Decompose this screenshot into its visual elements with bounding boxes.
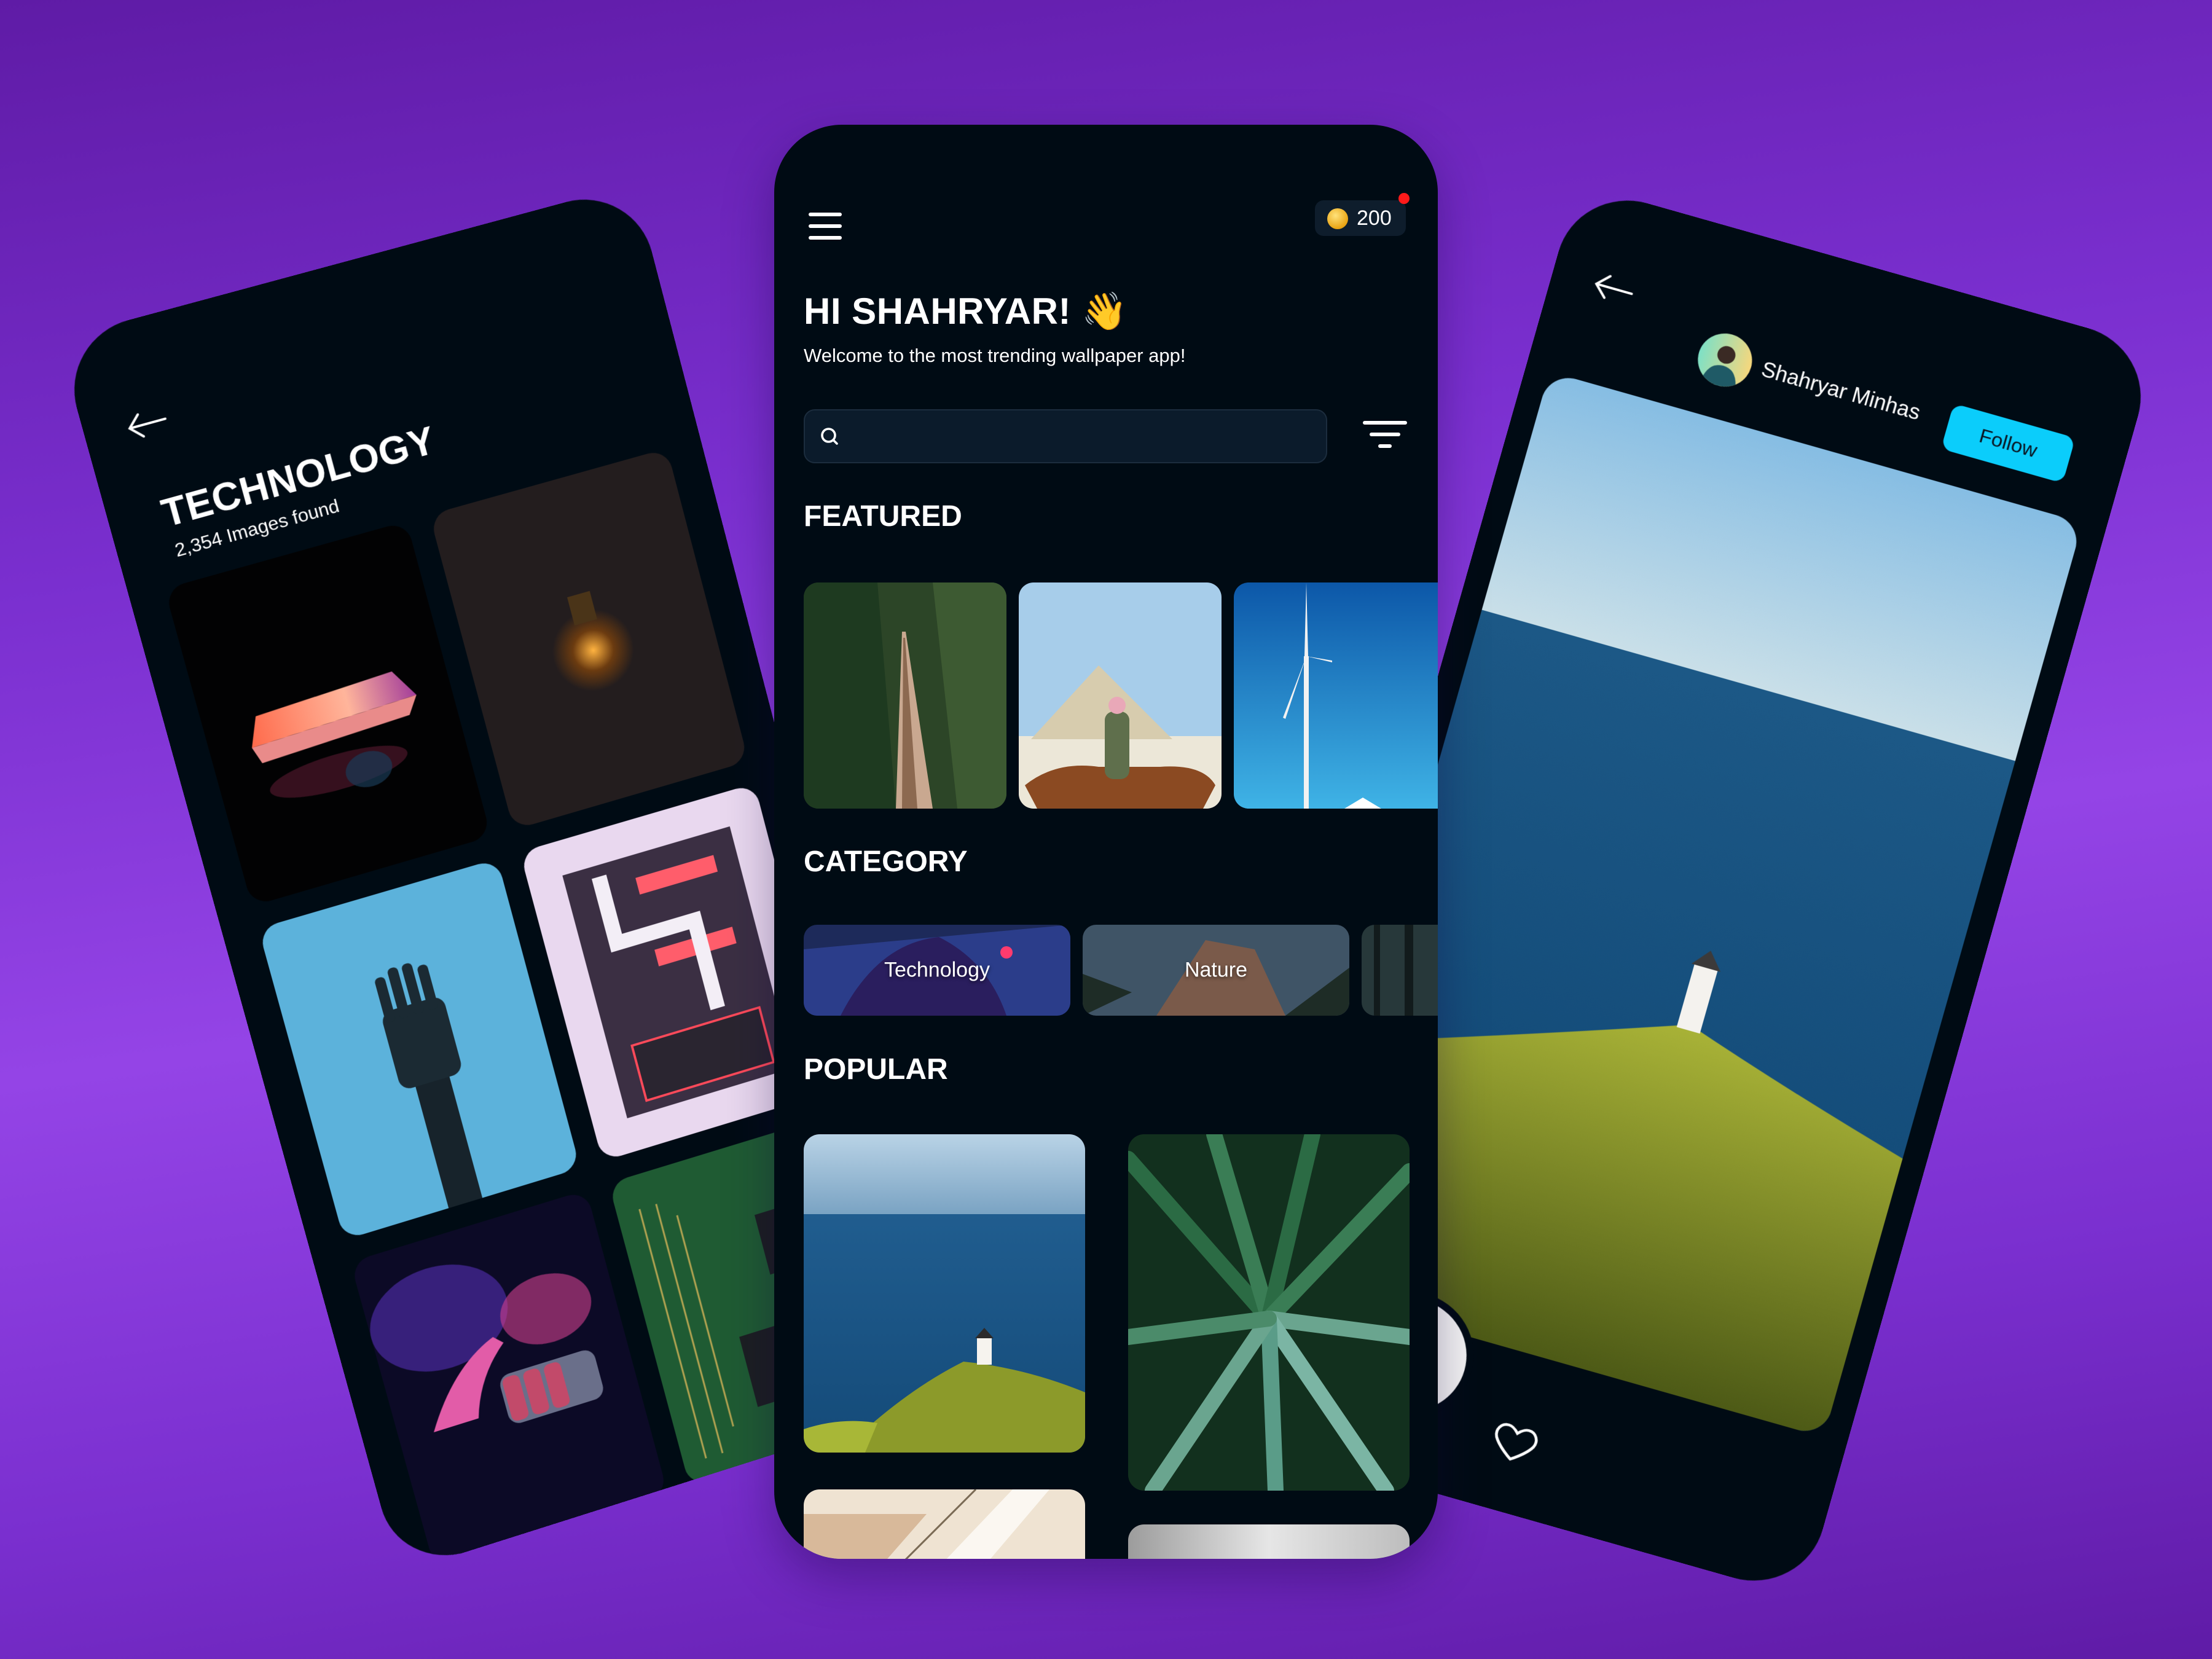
category-forest[interactable] (1362, 925, 1438, 1016)
image-tile-laptop[interactable] (164, 521, 492, 906)
featured-item-pyramid[interactable] (1019, 582, 1222, 809)
welcome-text: Welcome to the most trending wallpaper a… (804, 345, 1186, 366)
search-icon (821, 428, 838, 445)
category-label: Nature (1184, 958, 1248, 982)
popular-item-grey[interactable] (1128, 1524, 1410, 1559)
follow-button[interactable]: Follow (1940, 403, 2076, 484)
heart-icon[interactable] (1485, 1413, 1545, 1472)
coin-icon (1327, 208, 1348, 229)
home-screen: 200 HI SHAHRYAR! 👋 Welcome to the most t… (774, 125, 1438, 1559)
popular-item-agave[interactable] (1128, 1134, 1410, 1491)
image-tile-light-bulb[interactable] (429, 448, 749, 830)
category-label: Technology (884, 958, 990, 982)
user-name[interactable]: Shahryar Minhas (1759, 357, 1923, 425)
popular-heading: POPULAR (804, 1053, 948, 1086)
category-heading: CATEGORY (804, 845, 968, 878)
featured-item-forest-bridge[interactable] (804, 582, 1006, 809)
category-technology[interactable]: Technology (804, 925, 1070, 1016)
featured-heading: FEATURED (804, 500, 962, 533)
featured-item-wind-turbine[interactable] (1234, 582, 1438, 809)
notification-dot (1398, 193, 1410, 204)
image-tile-robot-touch[interactable] (350, 1190, 668, 1568)
image-tile-robotic-hand[interactable] (258, 858, 581, 1241)
category-nature[interactable]: Nature (1083, 925, 1349, 1016)
avatar[interactable] (1692, 327, 1759, 393)
coin-balance[interactable]: 200 (1315, 193, 1410, 236)
greeting: HI SHAHRYAR! 👋 (804, 291, 1128, 332)
hamburger-menu-icon[interactable] (808, 211, 842, 241)
coin-count: 200 (1357, 206, 1392, 230)
popular-item-lighthouse[interactable] (804, 1134, 1085, 1453)
arrow-left-icon[interactable] (123, 404, 171, 444)
search-input[interactable] (804, 409, 1327, 463)
filter-icon[interactable] (1363, 420, 1407, 450)
popular-item-escalator[interactable] (804, 1489, 1085, 1559)
arrow-left-icon[interactable] (1590, 269, 1638, 309)
